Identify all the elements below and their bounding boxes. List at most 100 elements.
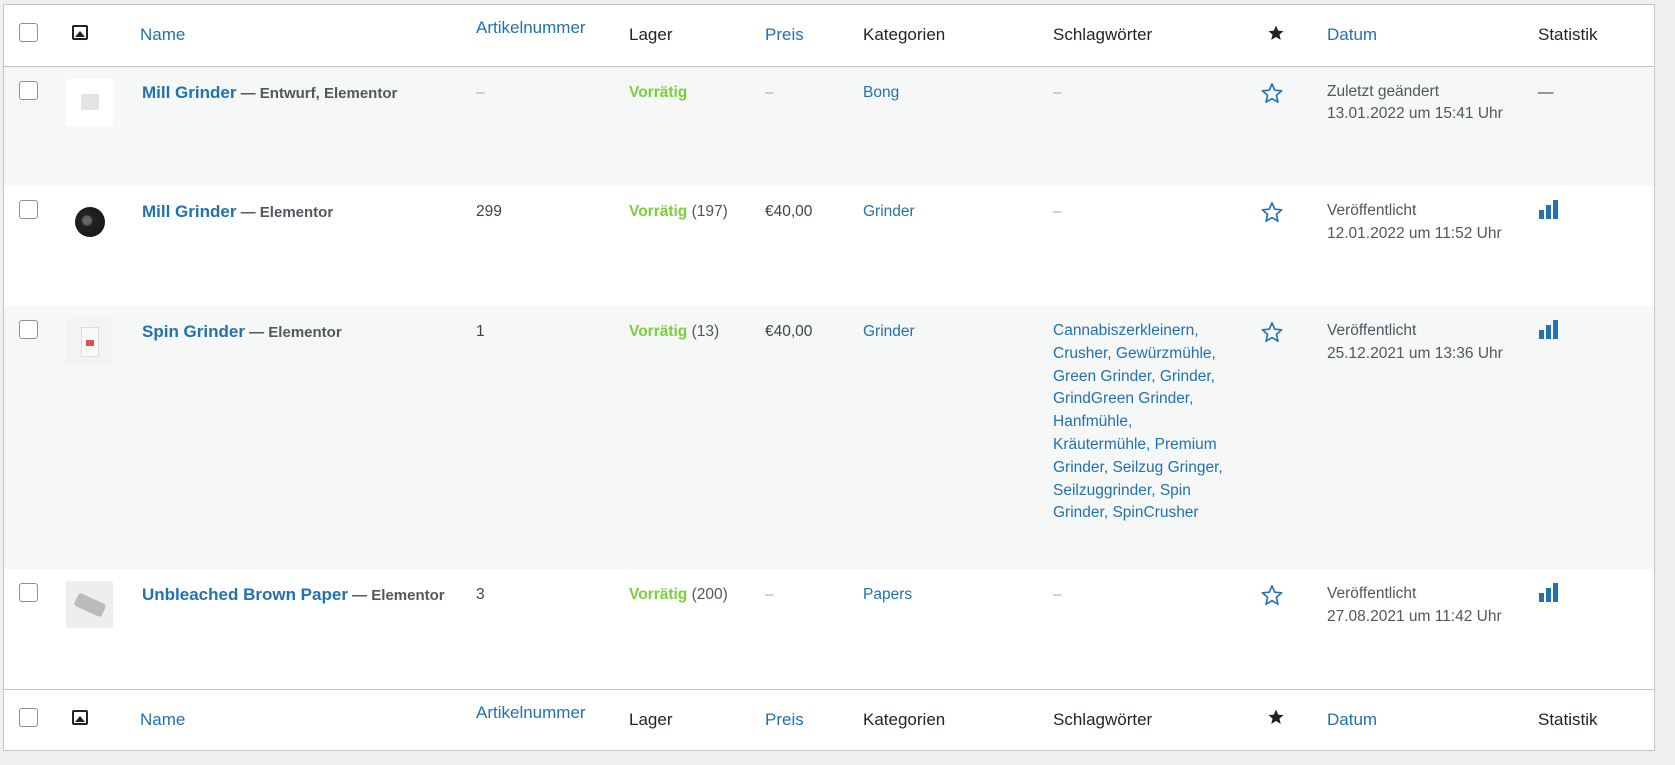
grinder-image: [74, 206, 105, 237]
sku-value: 299: [476, 203, 502, 220]
row-checkbox[interactable]: [19, 200, 38, 219]
product-state: — Entwurf, Elementor: [236, 84, 398, 102]
product-name-link[interactable]: Mill Grinder: [142, 202, 236, 221]
category-cell: Bong: [863, 66, 1053, 186]
stock-cell: Vorrätig (200): [629, 569, 765, 689]
thumbnail-cell: [66, 306, 140, 569]
price-header-label[interactable]: Preis: [765, 25, 804, 44]
table-header-row: Name Artikelnummer Lager Preis Kategorie…: [4, 5, 1654, 66]
category-cell: Grinder: [863, 186, 1053, 306]
sku-column-footer[interactable]: Artikelnummer: [476, 689, 629, 750]
date-status: Veröffentlicht: [1327, 322, 1417, 339]
stock-status: Vorrätig: [629, 586, 688, 603]
price-footer-label[interactable]: Preis: [765, 710, 804, 729]
spin-grinder-image: [80, 326, 99, 357]
star-outline-icon[interactable]: [1260, 583, 1284, 607]
date-cell: Veröffentlicht 12.01.2022 um 11:52 Uhr: [1327, 186, 1538, 306]
product-name-link[interactable]: Spin Grinder: [142, 322, 245, 341]
table-row: Unbleached Brown Paper — Elementor 3 Vor…: [4, 569, 1654, 689]
tags-value: –: [1053, 83, 1062, 101]
row-checkbox-cell: [4, 186, 66, 306]
thumbnail-cell: [66, 186, 140, 306]
stats-value: —: [1538, 83, 1554, 101]
name-cell: Unbleached Brown Paper — Elementor: [140, 569, 476, 689]
table-row: Spin Grinder — Elementor 1 Vorrätig (13)…: [4, 306, 1654, 569]
product-thumbnail[interactable]: [66, 581, 113, 628]
date-footer-label[interactable]: Datum: [1327, 710, 1377, 729]
sku-header-label[interactable]: Artikelnummer: [476, 18, 586, 37]
stats-cell: [1538, 186, 1654, 306]
tags-cell: –: [1053, 569, 1260, 689]
tags-value: –: [1053, 203, 1062, 220]
date-cell: Veröffentlicht 25.12.2021 um 13:36 Uhr: [1327, 306, 1538, 569]
price-cell: €40,00: [765, 186, 863, 306]
product-thumbnail[interactable]: [66, 198, 113, 245]
bar-chart-icon[interactable]: [1539, 583, 1558, 602]
tags-value: –: [1053, 586, 1062, 603]
star-filled-icon[interactable]: [1267, 24, 1285, 42]
product-thumbnail[interactable]: [66, 318, 113, 365]
featured-column-header[interactable]: [1260, 5, 1327, 66]
name-column-header[interactable]: Name: [140, 5, 476, 66]
date-value: 27.08.2021 um 11:42 Uhr: [1327, 607, 1502, 625]
row-checkbox[interactable]: [19, 80, 38, 100]
select-all-checkbox[interactable]: [19, 23, 38, 43]
stock-count: (13): [687, 323, 720, 340]
stats-column-header: Statistik: [1538, 5, 1654, 66]
stock-status: Vorrätig: [629, 323, 688, 340]
category-link[interactable]: Papers: [863, 586, 912, 603]
row-checkbox-cell: [4, 306, 66, 569]
stats-cell: —: [1538, 66, 1654, 186]
star-outline-icon[interactable]: [1260, 320, 1284, 344]
date-cell: Zuletzt geändert 13.01.2022 um 15:41 Uhr: [1327, 66, 1538, 186]
price-cell: –: [765, 66, 863, 186]
sku-column-header[interactable]: Artikelnummer: [476, 5, 629, 66]
tags-cell: –: [1053, 66, 1260, 186]
date-header-label[interactable]: Datum: [1327, 25, 1377, 44]
category-cell: Grinder: [863, 306, 1053, 569]
date-column-header[interactable]: Datum: [1327, 5, 1538, 66]
name-header-label[interactable]: Name: [140, 25, 185, 44]
name-cell: Mill Grinder — Elementor: [140, 186, 476, 306]
category-link[interactable]: Grinder: [863, 323, 915, 340]
product-thumbnail[interactable]: [66, 78, 113, 126]
category-link[interactable]: Grinder: [863, 203, 915, 220]
sku-value: 3: [476, 586, 485, 603]
date-cell: Veröffentlicht 27.08.2021 um 11:42 Uhr: [1327, 569, 1538, 689]
row-checkbox[interactable]: [19, 320, 38, 339]
price-column-header[interactable]: Preis: [765, 5, 863, 66]
star-outline-icon[interactable]: [1260, 200, 1284, 224]
tags-column-footer: Schlagwörter: [1053, 689, 1260, 750]
stock-count: (197): [687, 203, 728, 220]
row-checkbox[interactable]: [19, 583, 38, 602]
bar-chart-icon[interactable]: [1539, 320, 1558, 339]
date-status: Zuletzt geändert: [1327, 82, 1440, 100]
image-icon: [72, 709, 88, 725]
stats-column-footer: Statistik: [1538, 689, 1654, 750]
category-cell: Papers: [863, 569, 1053, 689]
name-column-footer[interactable]: Name: [140, 689, 476, 750]
product-name-link[interactable]: Mill Grinder: [142, 83, 236, 102]
product-name-link[interactable]: Unbleached Brown Paper: [142, 585, 348, 604]
thumbnail-column-footer: [66, 689, 140, 750]
bar-chart-icon[interactable]: [1539, 200, 1558, 219]
sku-footer-label[interactable]: Artikelnummer: [476, 703, 586, 722]
select-all-checkbox-footer[interactable]: [19, 707, 38, 727]
tag-links[interactable]: Cannabiszerkleinern, Crusher, Gewürzmühl…: [1053, 320, 1223, 525]
price-value: –: [765, 586, 774, 603]
image-icon: [72, 25, 88, 41]
name-footer-label[interactable]: Name: [140, 710, 185, 729]
date-column-footer[interactable]: Datum: [1327, 689, 1538, 750]
sku-value: 1: [476, 323, 485, 340]
price-cell: €40,00: [765, 306, 863, 569]
row-checkbox-cell: [4, 66, 66, 186]
star-filled-icon[interactable]: [1267, 708, 1285, 726]
product-state: — Elementor: [244, 324, 342, 341]
category-link[interactable]: Bong: [863, 84, 899, 101]
featured-column-footer[interactable]: [1260, 689, 1327, 750]
price-column-footer[interactable]: Preis: [765, 689, 863, 750]
sku-cell: –: [476, 66, 629, 186]
stats-footer-label: Statistik: [1538, 709, 1598, 729]
stats-cell: [1538, 306, 1654, 569]
star-outline-icon[interactable]: [1260, 81, 1284, 105]
